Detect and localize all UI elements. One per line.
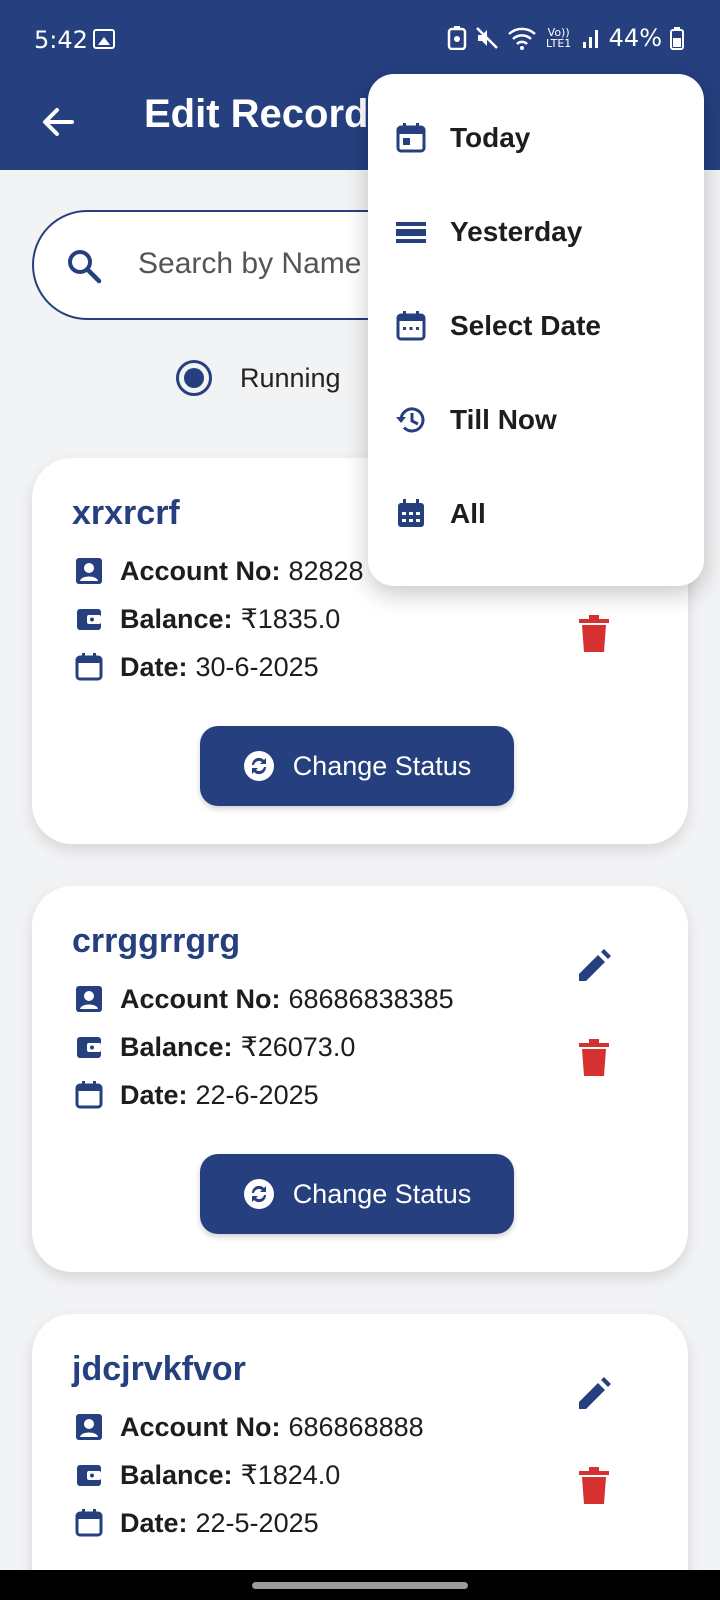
account-icon <box>72 1410 106 1444</box>
account-value: 686868888 <box>288 1411 424 1442</box>
date-row: Date: 22-5-2025 <box>72 1506 319 1540</box>
menu-item-label: Select Date <box>450 310 601 341</box>
date-value: 30-6-2025 <box>195 651 319 682</box>
calendar-dots-icon <box>394 309 428 343</box>
back-button[interactable] <box>36 100 80 144</box>
wifi-icon <box>507 27 536 50</box>
balance-label: Balance: <box>120 1031 233 1062</box>
record-name: xrxrcrf <box>72 494 180 532</box>
balance-value: ₹26073.0 <box>240 1031 356 1062</box>
home-gesture-handle[interactable] <box>252 1582 468 1589</box>
balance-label: Balance: <box>120 1459 233 1490</box>
running-radio[interactable] <box>176 360 212 396</box>
date-label: Date: <box>120 651 188 682</box>
menu-item-label: All <box>450 498 486 529</box>
status-filter: Running <box>176 360 341 396</box>
date-value: 22-6-2025 <box>195 1079 319 1110</box>
record-card: crrggrrgrg Account No: 68686838385 Balan… <box>32 886 688 1272</box>
lines-icon <box>394 215 428 249</box>
arrow-back-icon <box>43 108 74 136</box>
calendar-icon <box>72 650 106 684</box>
date-row: Date: 30-6-2025 <box>72 650 319 684</box>
network-label: Vo)) LTE1 <box>546 26 572 50</box>
account-row: Account No: 686868888 <box>72 1410 424 1444</box>
wallet-icon <box>72 1030 106 1064</box>
balance-row: Balance: ₹1824.0 <box>72 1458 340 1492</box>
calendar-today-icon <box>394 121 428 155</box>
account-label: Account No: <box>120 555 281 586</box>
edit-button[interactable] <box>570 942 618 990</box>
running-label: Running <box>240 362 341 393</box>
record-name: jdcjrvkfvor <box>72 1350 246 1388</box>
status-bar: 5:42 Vo)) LTE1 44% <box>0 0 720 80</box>
delete-icon <box>579 615 609 652</box>
menu-item-label: Till Now <box>450 404 557 435</box>
delete-icon <box>579 1467 609 1504</box>
balance-row: Balance: ₹1835.0 <box>72 602 340 636</box>
change-status-button[interactable]: Change Status <box>200 726 514 806</box>
account-icon <box>72 554 106 588</box>
menu-item-select-date[interactable]: Select Date <box>394 296 601 356</box>
status-time: 5:42 <box>34 26 88 54</box>
edit-button[interactable] <box>570 1370 618 1418</box>
account-icon <box>72 982 106 1016</box>
status-icons: Vo)) LTE1 44% <box>447 24 684 52</box>
balance-label: Balance: <box>120 603 233 634</box>
edit-icon <box>579 949 611 981</box>
sync-icon <box>243 751 274 781</box>
wallet-icon <box>72 1458 106 1492</box>
record-name: crrggrrgrg <box>72 922 241 960</box>
calendar-icon <box>72 1078 106 1112</box>
account-label: Account No: <box>120 983 281 1014</box>
balance-value: ₹1835.0 <box>240 603 341 634</box>
account-row: Account No: 68686838385 <box>72 982 454 1016</box>
page-title: Edit Records <box>144 92 391 136</box>
calendar-grid-icon <box>394 497 428 531</box>
record-card: jdcjrvkfvor Account No: 686868888 Balanc… <box>32 1314 688 1600</box>
battery-icon <box>670 27 684 50</box>
balance-row: Balance: ₹26073.0 <box>72 1030 355 1064</box>
account-value: 82828 <box>288 555 364 586</box>
date-label: Date: <box>120 1507 188 1538</box>
menu-item-yesterday[interactable]: Yesterday <box>394 202 582 262</box>
menu-item-all[interactable]: All <box>394 484 486 544</box>
battery-percent: 44% <box>608 24 662 52</box>
menu-item-today[interactable]: Today <box>394 108 530 168</box>
account-value: 68686838385 <box>288 983 454 1014</box>
delete-button[interactable] <box>570 1034 618 1082</box>
menu-item-till-now[interactable]: Till Now <box>394 390 557 450</box>
delete-button[interactable] <box>570 1462 618 1510</box>
account-label: Account No: <box>120 1411 281 1442</box>
date-row: Date: 22-6-2025 <box>72 1078 319 1112</box>
balance-value: ₹1824.0 <box>240 1459 341 1490</box>
mute-icon <box>475 27 498 49</box>
date-value: 22-5-2025 <box>195 1507 319 1538</box>
search-icon <box>68 250 102 284</box>
edit-icon <box>579 1377 611 1409</box>
change-status-button[interactable]: Change Status <box>200 1154 514 1234</box>
delete-button[interactable] <box>570 610 618 658</box>
gallery-notification-icon <box>93 29 115 49</box>
change-status-label: Change Status <box>292 750 472 781</box>
delete-icon <box>579 1039 609 1076</box>
menu-item-label: Today <box>450 122 531 153</box>
wallet-icon <box>72 602 106 636</box>
date-filter-menu: Today Yesterday Select Date Till Now All <box>368 74 704 586</box>
signal-icon <box>582 30 598 48</box>
history-icon <box>394 403 428 437</box>
sync-icon <box>243 1179 274 1209</box>
menu-item-label: Yesterday <box>450 216 583 247</box>
account-row: Account No: 82828 <box>72 554 364 588</box>
battery-saver-icon <box>447 26 466 50</box>
date-label: Date: <box>120 1079 188 1110</box>
system-nav-bar <box>0 1570 720 1600</box>
calendar-icon <box>72 1506 106 1540</box>
change-status-label: Change Status <box>292 1178 472 1209</box>
